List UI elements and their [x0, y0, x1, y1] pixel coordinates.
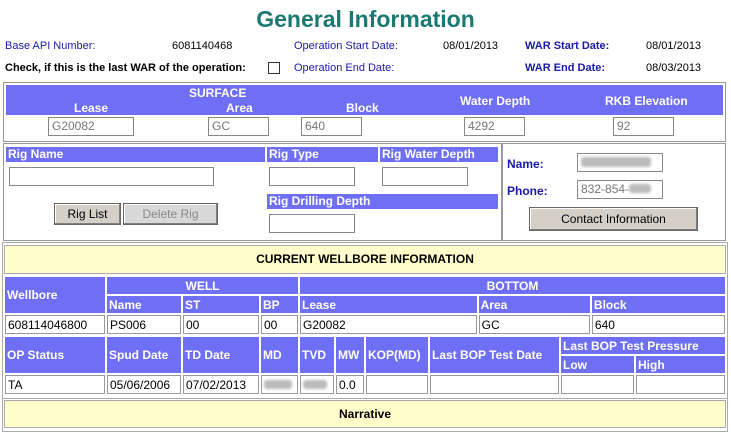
water-depth-input[interactable]: 4292	[464, 117, 525, 136]
spud-date-cell: 05/06/2006	[107, 375, 181, 394]
md-header: MD	[261, 337, 298, 373]
redacted-name	[581, 157, 651, 167]
block-input[interactable]: 640	[301, 117, 362, 136]
bottom-block-header: Block	[591, 296, 725, 313]
td-date-header: TD Date	[183, 337, 259, 373]
base-api-label: Base API Number:	[5, 40, 96, 52]
rig-name-input[interactable]	[9, 167, 214, 186]
contact-panel: Name: Phone: 832-854- Contact Informatio…	[502, 143, 726, 241]
block-label: Block	[346, 101, 379, 115]
last-war-checkbox[interactable]	[268, 62, 280, 74]
narrative-title: Narrative	[4, 400, 726, 428]
rig-list-button[interactable]: Rig List	[54, 203, 121, 225]
war-start-value: 08/01/2013	[646, 40, 702, 52]
kop-cell	[366, 375, 428, 394]
operation-start-value: 08/01/2013	[443, 40, 499, 52]
war-end-label: WAR End Date:	[525, 62, 606, 74]
contact-phone-input[interactable]: 832-854-	[577, 180, 663, 199]
wellbore-section: CURRENT WELLBORE INFORMATION Wellbore WE…	[2, 242, 728, 399]
wellbore-header: Wellbore	[5, 277, 105, 313]
water-depth-label: Water Depth	[460, 94, 531, 108]
redacted-md	[264, 379, 292, 389]
mw-header: MW	[336, 337, 364, 373]
surface-header: SURFACE Lease Area Block Water Depth RKB…	[6, 85, 723, 115]
delete-rig-button[interactable]: Delete Rig	[123, 203, 218, 225]
rig-drilling-depth-input[interactable]	[269, 214, 355, 233]
contact-phone-label: Phone:	[507, 184, 548, 198]
well-header: WELL	[107, 277, 298, 294]
rkb-elevation-input[interactable]: 92	[613, 117, 674, 136]
tvd-header: TVD	[300, 337, 334, 373]
name-cell: PS006	[107, 315, 181, 334]
st-cell: 00	[183, 315, 259, 334]
mw-cell: 0.0	[336, 375, 364, 394]
wellbore-cell: 608114046800	[5, 315, 105, 334]
td-date-cell: 07/02/2013	[183, 375, 259, 394]
rig-water-depth-header: Rig Water Depth	[380, 147, 498, 162]
area-input[interactable]: GC	[208, 117, 269, 136]
operation-end-label: Operation End Date:	[294, 62, 395, 74]
kop-header: KOP(MD)	[366, 337, 428, 373]
rig-drilling-depth-header: Rig Drilling Depth	[267, 194, 498, 209]
base-api-value: 6081140468	[172, 40, 233, 52]
surface-label: SURFACE	[189, 86, 247, 100]
lease-label: Lease	[74, 101, 109, 115]
st-header: ST	[183, 296, 259, 313]
bp-header: BP	[261, 296, 298, 313]
narrative-section: Narrative	[2, 398, 728, 432]
bottom-area-cell: GC	[478, 315, 590, 334]
rig-name-header: Rig Name	[6, 147, 265, 162]
high-cell	[636, 375, 725, 394]
contact-name-label: Name:	[507, 157, 544, 171]
rig-panel: Rig Name Rig Type Rig Water Depth Rig Dr…	[3, 143, 502, 241]
wellbore-section-title: CURRENT WELLBORE INFORMATION	[4, 245, 726, 274]
area-label: Area	[226, 101, 253, 115]
low-cell	[561, 375, 634, 394]
war-start-label: WAR Start Date:	[525, 40, 610, 52]
op-status-header: OP Status	[5, 337, 105, 373]
operation-start-label: Operation Start Date:	[294, 40, 398, 52]
op-status-cell: TA	[5, 375, 105, 394]
bottom-lease-header: Lease	[300, 296, 477, 313]
bottom-header: BOTTOM	[300, 277, 725, 294]
status-table: OP Status Spud Date TD Date MD TVD MW KO…	[3, 335, 727, 396]
name-header: Name	[107, 296, 181, 313]
surface-panel: SURFACE Lease Area Block Water Depth RKB…	[3, 82, 726, 142]
rig-type-header: Rig Type	[267, 147, 378, 162]
high-header: High	[636, 356, 725, 373]
lease-input[interactable]: G20082	[48, 117, 134, 136]
last-bop-pressure-header: Last BOP Test Pressure	[561, 337, 725, 354]
spud-date-header: Spud Date	[107, 337, 181, 373]
last-bop-date-header: Last BOP Test Date	[430, 337, 559, 373]
rig-water-depth-input[interactable]	[382, 167, 468, 186]
last-bop-date-cell	[430, 375, 559, 394]
contact-information-button[interactable]: Contact Information	[529, 207, 698, 231]
war-end-value: 08/03/2013	[646, 62, 702, 74]
md-cell	[261, 375, 298, 394]
bottom-area-header: Area	[478, 296, 590, 313]
redacted-phone	[629, 184, 652, 193]
contact-name-input[interactable]	[577, 153, 663, 172]
low-header: Low	[561, 356, 634, 373]
page-title: General Information	[256, 6, 475, 32]
phone-value: 832-854-	[581, 182, 630, 196]
last-war-label: Check, if this is the last WAR of the op…	[5, 62, 246, 74]
rig-type-input[interactable]	[269, 167, 355, 186]
wellbore-table: Wellbore WELL BOTTOM Name ST BP Lease Ar…	[3, 275, 727, 336]
bottom-block-cell: 640	[591, 315, 725, 334]
rkb-elevation-label: RKB Elevation	[605, 94, 688, 108]
tvd-cell	[300, 375, 334, 394]
bp-cell: 00	[261, 315, 298, 334]
redacted-tvd	[303, 379, 327, 389]
bottom-lease-cell: G20082	[300, 315, 477, 334]
